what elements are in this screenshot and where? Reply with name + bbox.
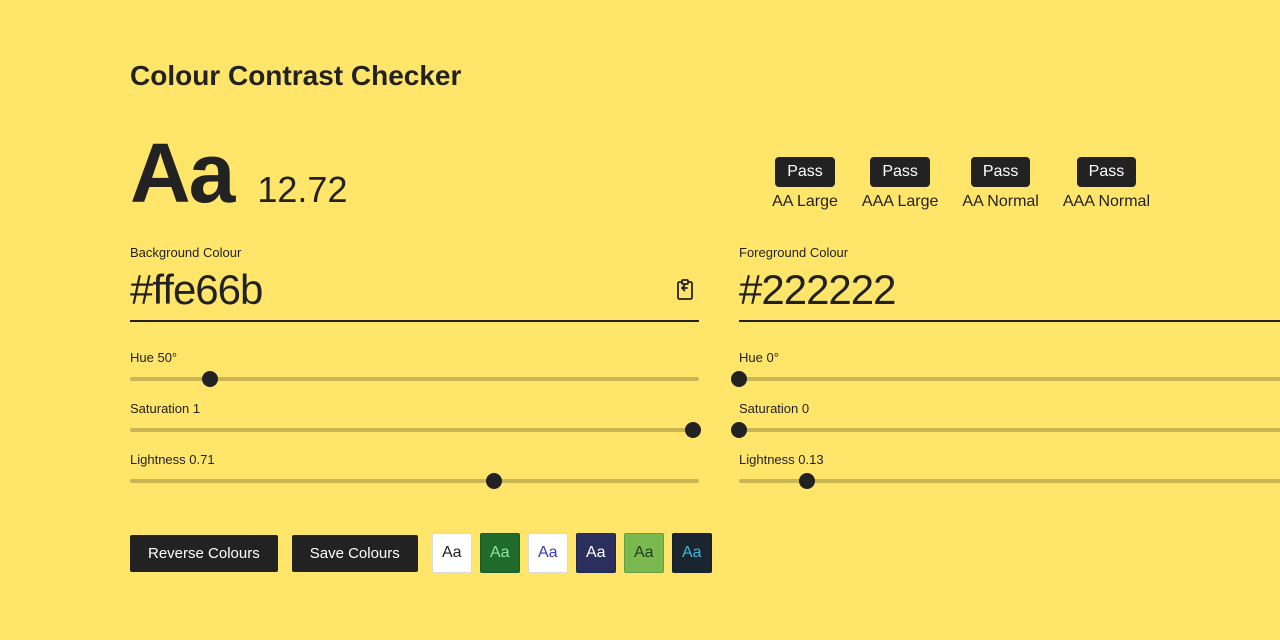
badge-aa-normal: Pass xyxy=(971,157,1031,187)
fg-hue-slider[interactable] xyxy=(739,371,1280,387)
saved-swatches: Aa Aa Aa Aa Aa Aa xyxy=(432,533,712,573)
page-title: Colour Contrast Checker xyxy=(130,60,1150,92)
compliance-badges: Pass AA Large Pass AAA Large Pass AA Nor… xyxy=(772,157,1150,211)
fg-hue-label: Hue 0° xyxy=(739,350,1280,365)
bg-saturation-label: Saturation 1 xyxy=(130,401,699,416)
swatch-5[interactable]: Aa xyxy=(672,533,712,573)
foreground-column: Foreground Colour Hue 0° Saturation 0 xyxy=(739,245,1280,503)
badge-aaa-normal: Pass xyxy=(1077,157,1137,187)
badge-label-aaa-normal: AAA Normal xyxy=(1063,193,1150,211)
bg-saturation-slider[interactable] xyxy=(130,422,699,438)
background-hex-input[interactable] xyxy=(130,266,671,314)
fg-lightness-label: Lightness 0.13 xyxy=(739,452,1280,467)
sample-text: Aa xyxy=(130,140,233,207)
fg-saturation-label: Saturation 0 xyxy=(739,401,1280,416)
foreground-hex-input[interactable] xyxy=(739,266,1280,314)
reverse-button[interactable]: Reverse Colours xyxy=(130,535,278,572)
background-copy-button[interactable] xyxy=(671,276,699,304)
bg-lightness-label: Lightness 0.71 xyxy=(130,452,699,467)
swatch-4[interactable]: Aa xyxy=(624,533,664,573)
badge-aaa-large: Pass xyxy=(870,157,930,187)
badge-aa-large: Pass xyxy=(775,157,835,187)
bg-lightness-slider[interactable] xyxy=(130,473,699,489)
fg-saturation-slider[interactable] xyxy=(739,422,1280,438)
badge-label-aaa-large: AAA Large xyxy=(862,193,939,211)
sample-block: Aa 12.72 xyxy=(130,140,347,211)
badge-label-aa-normal: AA Normal xyxy=(962,193,1038,211)
background-label: Background Colour xyxy=(130,245,699,260)
bg-hue-slider[interactable] xyxy=(130,371,699,387)
save-button[interactable]: Save Colours xyxy=(292,535,418,572)
foreground-label: Foreground Colour xyxy=(739,245,1280,260)
swatch-0[interactable]: Aa xyxy=(432,533,472,573)
fg-lightness-slider[interactable] xyxy=(739,473,1280,489)
contrast-ratio: 12.72 xyxy=(257,169,347,211)
clipboard-icon xyxy=(675,279,695,301)
background-column: Background Colour Hue 50° Saturation 1 xyxy=(130,245,699,503)
swatch-3[interactable]: Aa xyxy=(576,533,616,573)
badge-label-aa-large: AA Large xyxy=(772,193,838,211)
bg-hue-label: Hue 50° xyxy=(130,350,699,365)
swatch-2[interactable]: Aa xyxy=(528,533,568,573)
swatch-1[interactable]: Aa xyxy=(480,533,520,573)
